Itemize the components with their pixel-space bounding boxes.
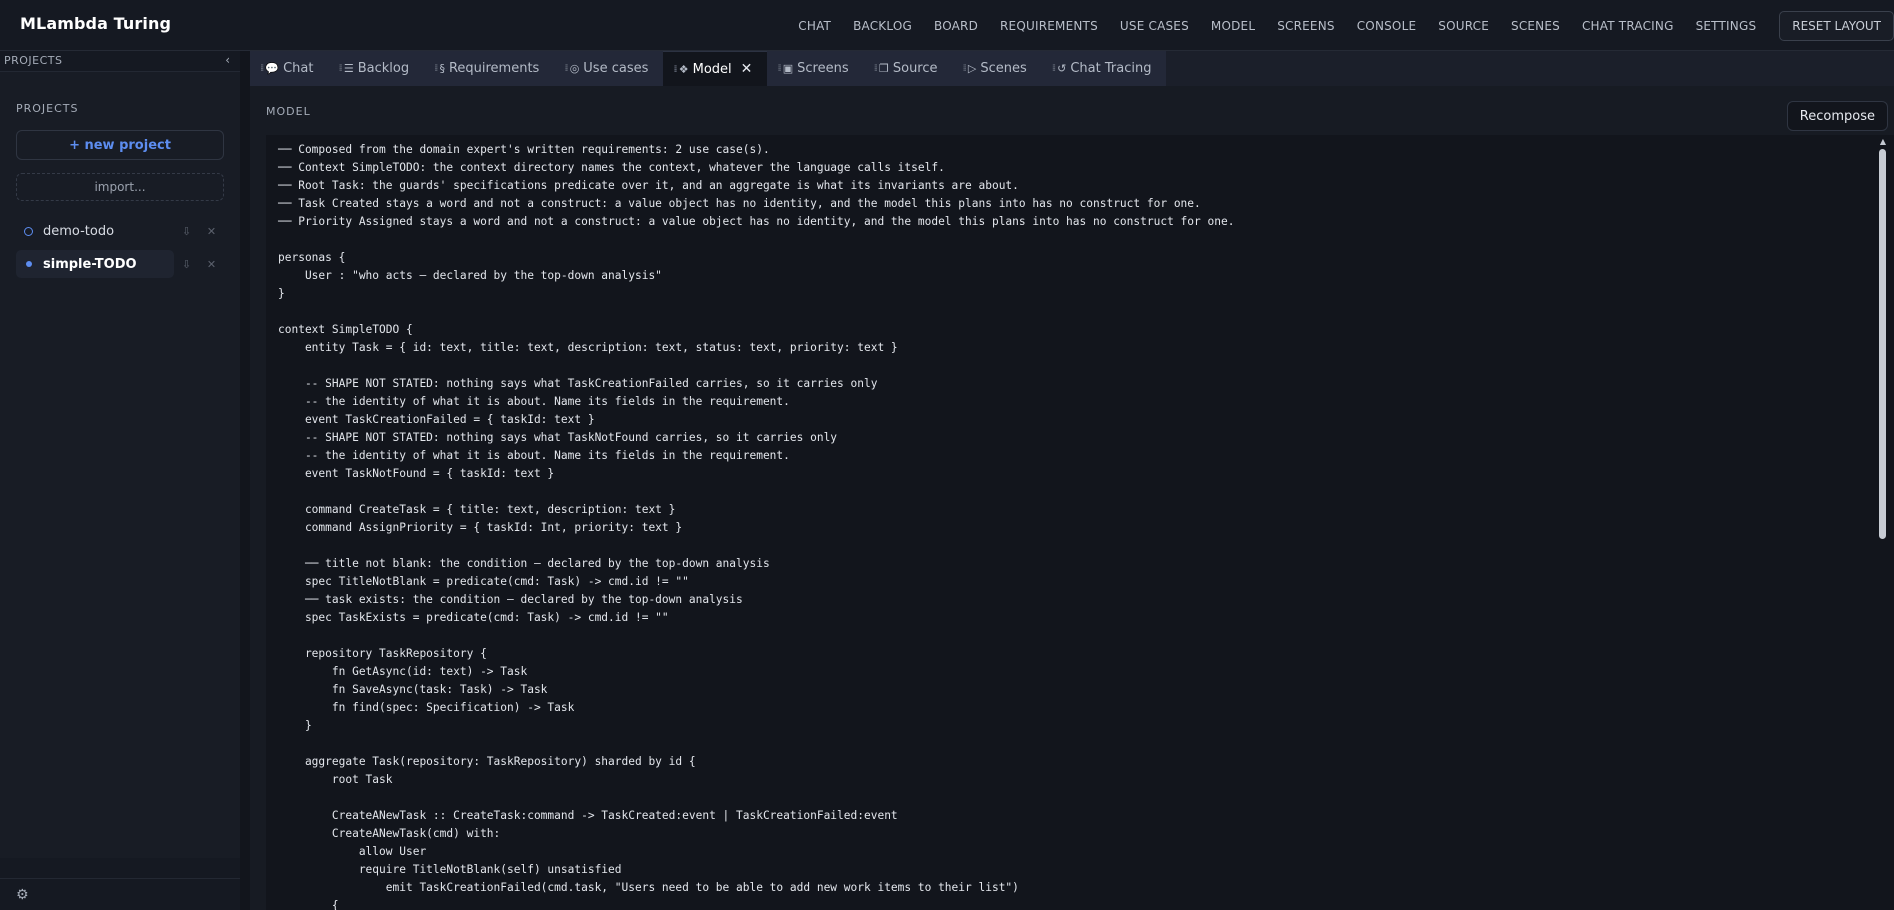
tabs: ⁞⁞ 💬 Chat ⁞⁞ ☰ Backlog ⁞⁞ § Requirements… [250,51,1167,86]
recompose-button[interactable]: Recompose [1786,101,1888,131]
model-diamond-icon: ❖ [678,62,689,76]
nav-use-cases[interactable]: USE CASES [1109,19,1200,33]
project-select-demo-todo[interactable]: demo-todo [16,217,174,245]
tab-source[interactable]: ⁞⁞ ❐ Source [864,51,953,86]
tab-label: Chat [283,61,314,76]
collapse-chevron-icon[interactable]: ‹ [225,53,230,67]
nav-console[interactable]: CONSOLE [1346,19,1428,33]
gear-icon[interactable]: ⚙ [16,887,29,903]
tab-scenes[interactable]: ⁞⁞ ▷ Scenes [953,51,1042,86]
tab-strip: ⁞⁞ 💬 Chat ⁞⁞ ☰ Backlog ⁞⁞ § Requirements… [250,51,1894,86]
nav-requirements[interactable]: REQUIREMENTS [989,19,1109,33]
drag-handle-icon[interactable]: ⁞⁞ [963,63,968,74]
project-active-icon [26,261,32,267]
project-name: demo-todo [43,223,115,239]
tab-label: Scenes [980,61,1027,76]
tab-screens[interactable]: ⁞⁞ ▣ Screens [767,51,863,86]
close-icon[interactable]: ✕ [741,61,753,77]
sidebar: PROJECTS ‹ PROJECTS + new project import… [0,51,240,910]
import-button[interactable]: import... [16,173,224,201]
remove-icon[interactable]: ✕ [199,258,224,271]
remove-icon[interactable]: ✕ [199,225,224,238]
target-icon: ◎ [569,62,580,75]
play-icon: ▷ [967,62,977,75]
app-title: MLambda Turing [20,14,172,33]
nav-screens[interactable]: SCREENS [1266,19,1346,33]
file-icon: ❐ [878,62,889,75]
drag-handle-icon[interactable]: ⁞⁞ [777,63,782,74]
projects-title: PROJECTS [16,102,79,115]
nav-backlog[interactable]: BACKLOG [842,19,923,33]
top-bar: MLambda Turing CHAT BACKLOG BOARD REQUIR… [0,0,1894,51]
sidebar-header: PROJECTS ‹ [0,51,240,71]
drag-handle-icon[interactable]: ⁞⁞ [338,63,343,74]
pin-icon[interactable]: ⇩ [174,225,199,238]
top-nav: CHAT BACKLOG BOARD REQUIREMENTS USE CASE… [787,0,1894,51]
project-select-simple-todo[interactable]: simple-TODO [16,250,174,278]
tab-label: Chat Tracing [1070,61,1152,76]
model-code: ── Composed from the domain expert's wri… [278,143,1235,910]
nav-settings[interactable]: SETTINGS [1685,19,1768,33]
model-section-label: MODEL [266,105,311,118]
tab-model[interactable]: ⁞⁞ ❖ Model ✕ [663,51,768,86]
scroll-up-icon[interactable]: ▲ [1878,137,1888,146]
chat-bubble-icon: 💬 [265,62,280,75]
tab-backlog[interactable]: ⁞⁞ ☰ Backlog [328,51,424,86]
tab-label: Source [892,61,938,76]
tab-label: Use cases [583,61,649,76]
drag-handle-icon[interactable]: ⁞⁞ [1052,63,1057,74]
nav-model[interactable]: MODEL [1200,19,1266,33]
pin-icon[interactable]: ⇩ [174,258,199,271]
tab-chat[interactable]: ⁞⁞ 💬 Chat [250,51,328,86]
project-item-demo-todo: demo-todo ⇩ ✕ [16,217,224,245]
model-code-editor[interactable]: ── Composed from the domain expert's wri… [266,135,1894,910]
drag-handle-icon[interactable]: ⁞⁞ [874,63,879,74]
drag-handle-icon[interactable]: ⁞⁞ [673,64,678,75]
sidebar-header-label: PROJECTS [4,54,63,67]
tab-chat-tracing[interactable]: ⁞⁞ ↺ Chat Tracing [1042,51,1167,86]
nav-chat[interactable]: CHAT [787,19,842,33]
history-icon: ↺ [1057,62,1067,75]
project-name: simple-TODO [43,256,137,272]
list-icon: ☰ [343,62,354,75]
nav-chat-tracing[interactable]: CHAT TRACING [1571,19,1685,33]
new-project-button[interactable]: + new project [16,130,224,160]
tab-label: Requirements [448,61,540,76]
main-area: ⁞⁞ 💬 Chat ⁞⁞ ☰ Backlog ⁞⁞ § Requirements… [250,51,1894,910]
tab-label: Model [692,61,732,77]
projects-panel: PROJECTS + new project import... demo-to… [0,71,240,858]
nav-scenes[interactable]: SCENES [1500,19,1571,33]
drag-handle-icon[interactable]: ⁞⁞ [564,63,569,74]
scrollbar-thumb[interactable] [1879,149,1886,539]
tab-requirements[interactable]: ⁞⁞ § Requirements [424,51,554,86]
nav-source[interactable]: SOURCE [1427,19,1500,33]
nav-board[interactable]: BOARD [923,19,989,33]
reset-layout-button[interactable]: RESET LAYOUT [1779,10,1894,41]
drag-handle-icon[interactable]: ⁞⁞ [434,63,439,74]
drag-handle-icon[interactable]: ⁞⁞ [260,63,265,74]
project-status-icon [24,226,33,236]
section-icon: § [439,62,445,75]
project-item-simple-todo: simple-TODO ⇩ ✕ [16,250,224,278]
screen-icon: ▣ [782,62,794,75]
tab-use-cases[interactable]: ⁞⁞ ◎ Use cases [554,51,663,86]
tab-label: Screens [797,61,849,76]
tab-label: Backlog [357,61,410,76]
sidebar-footer: ⚙ [0,878,240,910]
